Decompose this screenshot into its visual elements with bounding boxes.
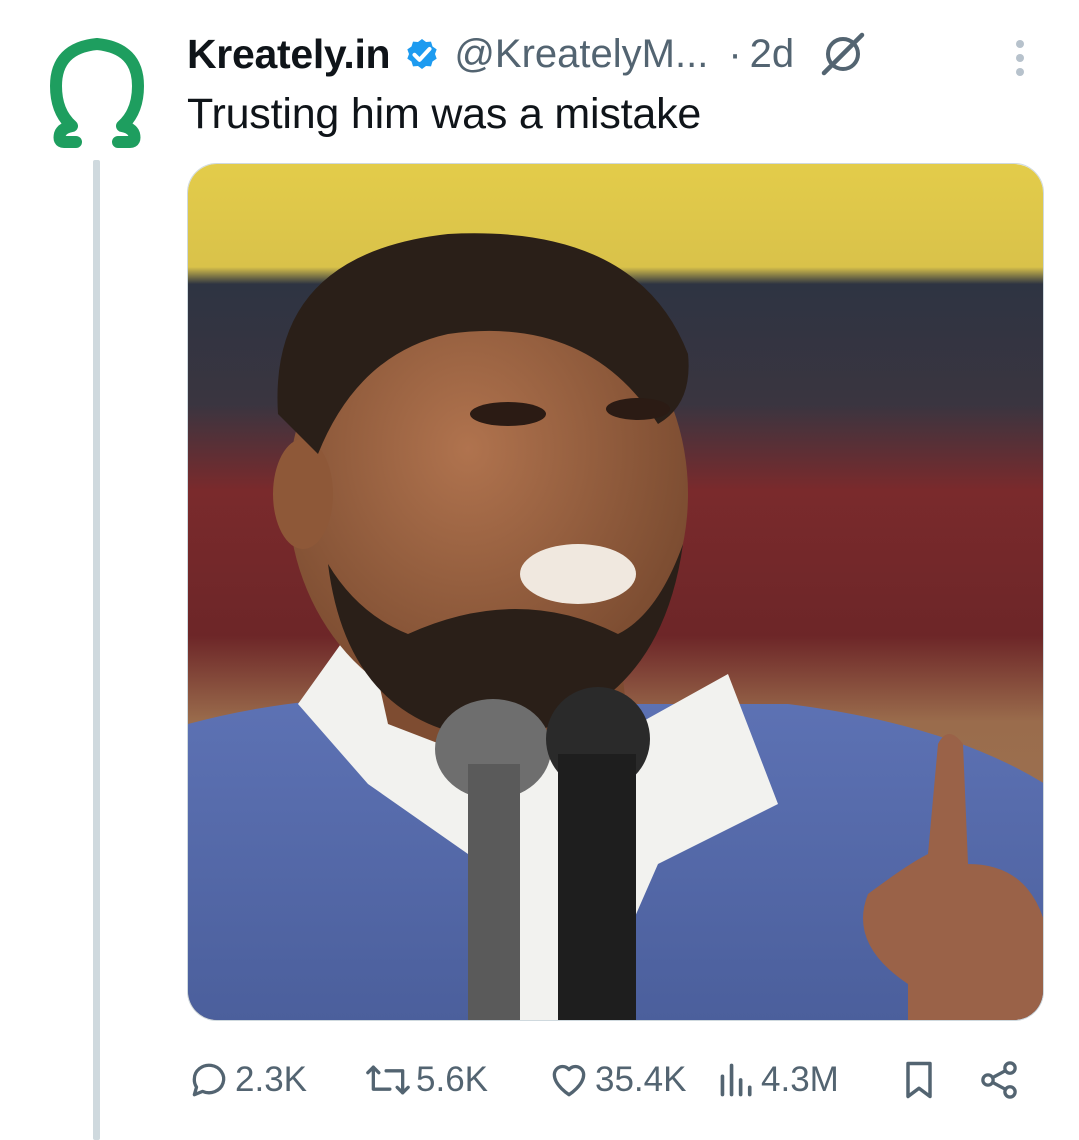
repost-count: 5.6K [416,1060,488,1099]
thread-line [93,160,100,1140]
like-count: 35.4K [595,1060,687,1099]
bookmark-icon [906,1061,932,1099]
author-handle[interactable]: @KreatelyM... [454,32,708,77]
verified-badge-icon [407,39,437,69]
views-count: 4.3M [761,1060,839,1099]
author-name[interactable]: Kreately.in [187,31,391,78]
timestamp[interactable]: 2d [750,32,795,77]
bookmark-button[interactable] [897,1050,945,1110]
views-button[interactable]: 4.3M [717,1050,839,1110]
repost-button[interactable]: 5.6K [364,1050,488,1110]
separator-dot: · [728,31,742,76]
more-options-icon[interactable] [1008,38,1032,82]
like-button[interactable]: 35.4K [547,1050,686,1110]
share-icon [981,1061,1017,1099]
grok-icon[interactable] [818,29,868,79]
reply-count: 2.3K [235,1060,307,1099]
reply-button[interactable]: 2.3K [187,1050,307,1110]
tweet-header: Kreately.in @KreatelyM... · 2d [187,22,1067,86]
heart-icon [552,1064,586,1097]
reply-icon [192,1063,226,1097]
tweet-text: Trusting him was a mistake [187,90,702,138]
speaker-photo [188,164,1043,1020]
views-icon [720,1063,752,1097]
tweet-image[interactable] [187,163,1044,1021]
repost-icon [366,1065,410,1095]
share-button[interactable] [977,1050,1025,1110]
omega-logo-icon[interactable] [48,30,146,150]
action-bar: 2.3K 5.6K 35.4K 4.3M [187,1050,1027,1110]
